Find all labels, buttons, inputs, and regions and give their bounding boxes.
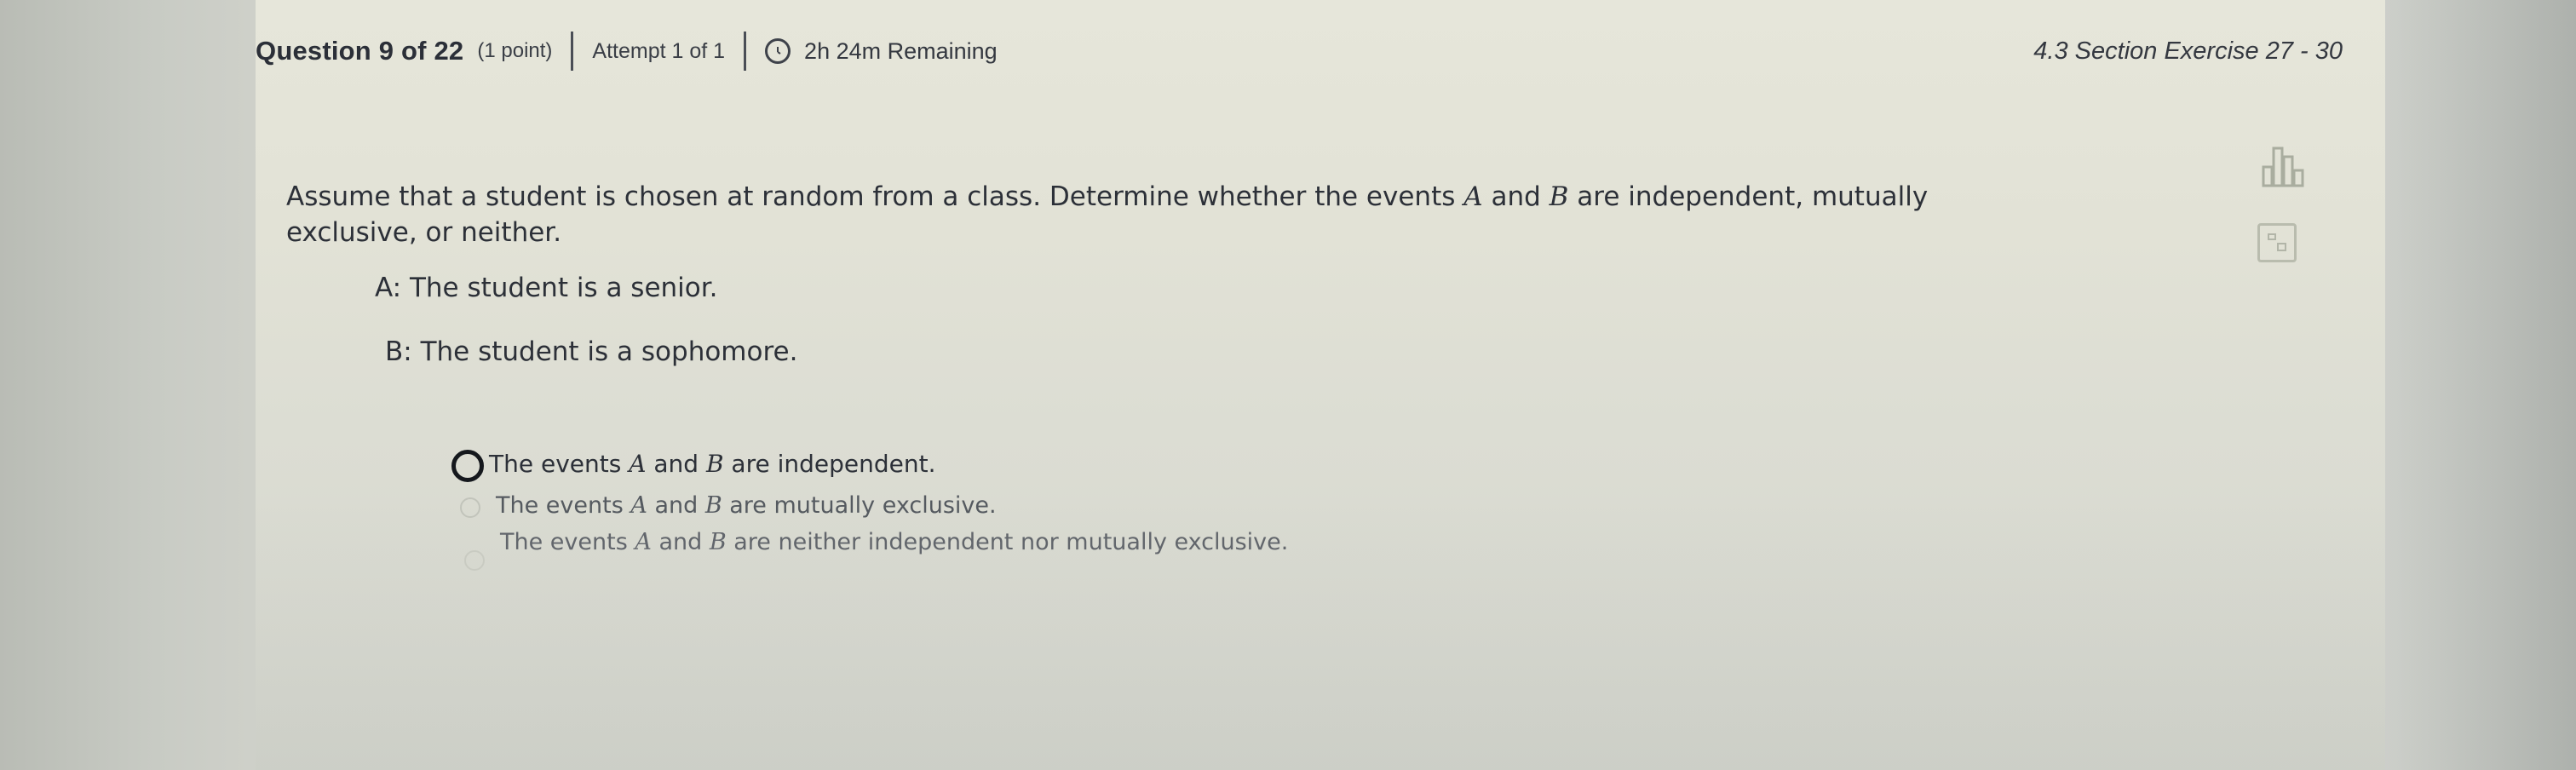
option-text-part: The events bbox=[489, 450, 630, 478]
option-text-part: are mutually exclusive. bbox=[722, 492, 997, 519]
section-exercise-label: 4.3 Section Exercise 27 - 30 bbox=[2033, 37, 2343, 65]
radio-button[interactable] bbox=[451, 450, 484, 482]
attempt-counter: Attempt 1 of 1 bbox=[592, 38, 726, 63]
variable-a: A bbox=[1463, 181, 1483, 212]
panel-shade bbox=[256, 477, 2385, 770]
option-label: The events A and B are independent. bbox=[489, 450, 936, 478]
option-independent[interactable]: The events A and B are independent. bbox=[451, 450, 936, 482]
screen-glare bbox=[2385, 0, 2576, 770]
question-text: Assume that a student is chosen at rando… bbox=[286, 179, 2160, 250]
variable-a: A bbox=[635, 529, 652, 555]
option-text-part: The events bbox=[500, 529, 635, 555]
clock-hand-glyph bbox=[777, 47, 781, 55]
option-label: The events A and B are mutually exclusiv… bbox=[496, 492, 997, 519]
bar-chart-icon[interactable] bbox=[2262, 143, 2309, 187]
variable-b: B bbox=[709, 529, 727, 555]
variable-b: B bbox=[704, 492, 722, 519]
variable-a: A bbox=[630, 492, 647, 519]
question-text-part: and bbox=[1482, 181, 1550, 212]
radio-button[interactable] bbox=[464, 550, 485, 571]
option-text-part: and bbox=[651, 529, 710, 555]
question-points: (1 point) bbox=[477, 39, 553, 62]
option-text-part: are independent. bbox=[723, 450, 936, 478]
time-remaining: 2h 24m Remaining bbox=[804, 37, 998, 64]
question-header: Question 9 of 22 (1 point) Attempt 1 of … bbox=[256, 17, 2343, 85]
option-text-part: are neither independent nor mutually exc… bbox=[726, 529, 1289, 555]
option-text-part: and bbox=[646, 450, 706, 478]
variable-b: B bbox=[1549, 181, 1569, 212]
variable-a: A bbox=[629, 450, 647, 478]
question-number: Question 9 of 22 bbox=[256, 36, 464, 66]
event-a-definition: A: The student is a senior. bbox=[375, 273, 718, 303]
option-text-part: The events bbox=[496, 492, 631, 519]
event-b-definition: B: The student is a sophomore. bbox=[385, 336, 798, 367]
question-text-part: are independent, mutually bbox=[1568, 181, 1929, 212]
option-text-part: and bbox=[647, 492, 705, 519]
calculator-icon[interactable] bbox=[2257, 223, 2297, 262]
radio-button[interactable] bbox=[460, 497, 480, 518]
question-text-part: Assume that a student is chosen at rando… bbox=[286, 181, 1464, 212]
variable-b: B bbox=[705, 450, 724, 478]
header-divider bbox=[744, 32, 747, 71]
clock-icon bbox=[765, 38, 791, 64]
option-mutually-exclusive[interactable]: The events A and B are mutually exclusiv… bbox=[460, 492, 997, 519]
option-neither[interactable]: The events A and B are neither independe… bbox=[464, 528, 1316, 571]
question-text-line2: exclusive, or neither. bbox=[286, 217, 562, 248]
option-label: The events A and B are neither independe… bbox=[500, 528, 1288, 557]
header-divider bbox=[571, 32, 574, 71]
